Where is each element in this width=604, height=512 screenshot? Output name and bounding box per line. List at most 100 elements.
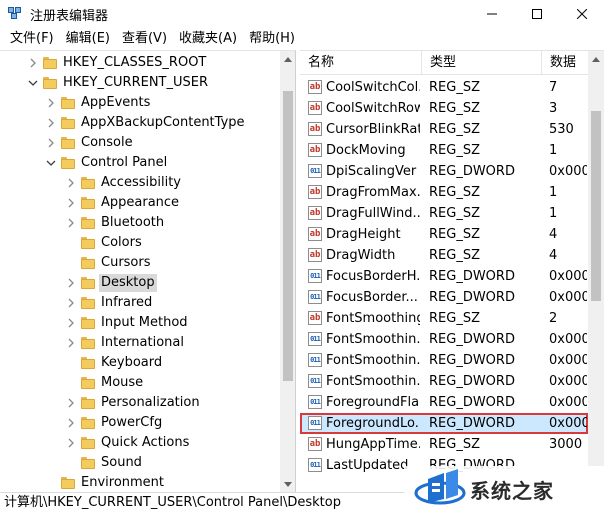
tree-item-label: Infrared — [101, 295, 153, 310]
value-name: DragFromMax... — [326, 185, 420, 200]
chevron-right-icon[interactable] — [66, 278, 76, 288]
list-header: 名称 类型 数据 — [300, 51, 588, 75]
tree-item[interactable]: Keyboard — [0, 353, 280, 373]
menu-edit[interactable]: 编辑(E) — [60, 28, 116, 50]
tree-item[interactable]: Input Method — [0, 313, 280, 333]
tree-item-label: Appearance — [101, 195, 180, 210]
close-button[interactable] — [559, 0, 604, 28]
scroll-up-icon[interactable] — [588, 51, 604, 67]
folder-icon — [80, 255, 96, 271]
table-row[interactable]: 011 FocusBorder... REG_DWORD 0x000 — [300, 287, 588, 308]
value-data: 0x000 — [549, 395, 587, 410]
tree-item[interactable]: Bluetooth — [0, 213, 280, 233]
dword-value-icon: 011 — [308, 458, 322, 472]
tree-item[interactable]: Personalization — [0, 393, 280, 413]
tree-item[interactable]: Mouse — [0, 373, 280, 393]
table-row[interactable]: ab CoolSwitchRows REG_SZ 3 — [300, 98, 588, 119]
tree-item[interactable]: Quick Actions — [0, 433, 280, 453]
tree-item-label: AppXBackupContentType — [81, 115, 245, 130]
table-row[interactable]: 011 DpiScalingVer REG_DWORD 0x000 — [300, 161, 588, 182]
string-value-icon: ab — [308, 437, 322, 451]
tree-item[interactable]: Accessibility — [0, 173, 280, 193]
tree-scroll-thumb[interactable] — [283, 91, 293, 381]
table-row[interactable]: ab DragWidth REG_SZ 4 — [300, 245, 588, 266]
tree-item[interactable]: Cursors — [0, 253, 280, 273]
tree-item[interactable]: PowerCfg — [0, 413, 280, 433]
menu-help[interactable]: 帮助(H) — [243, 28, 301, 50]
maximize-button[interactable] — [514, 0, 559, 28]
chevron-right-icon[interactable] — [46, 98, 56, 108]
table-row[interactable]: 011 ForegroundFla... REG_DWORD 0x000 — [300, 392, 588, 413]
list-scrollbar[interactable] — [588, 51, 604, 492]
chevron-right-icon[interactable] — [66, 418, 76, 428]
scroll-up-icon[interactable] — [280, 51, 295, 67]
list-scroll-thumb[interactable] — [591, 111, 601, 301]
chevron-right-icon[interactable] — [66, 218, 76, 228]
chevron-right-icon[interactable] — [66, 298, 76, 308]
table-row[interactable]: 011 FocusBorderH... REG_DWORD 0x000 — [300, 266, 588, 287]
table-row[interactable]: 011 FontSmoothin... REG_DWORD 0x000 — [300, 350, 588, 371]
dword-value-icon: 011 — [308, 269, 322, 283]
column-header-type[interactable]: 类型 — [422, 51, 542, 75]
chevron-right-icon[interactable] — [66, 318, 76, 328]
folder-icon — [42, 75, 58, 91]
tree-item[interactable]: Environment — [0, 473, 280, 492]
value-type: REG_DWORD — [429, 353, 515, 368]
column-header-name[interactable]: 名称 — [300, 51, 422, 75]
value-data: 3 — [549, 101, 558, 116]
minimize-button[interactable] — [469, 0, 514, 28]
tree-item[interactable]: AppEvents — [0, 93, 280, 113]
table-row[interactable]: 011 FontSmoothin... REG_DWORD 0x000 — [300, 371, 588, 392]
tree-scrollbar[interactable] — [280, 51, 295, 492]
table-row[interactable]: ab HungAppTime... REG_SZ 3000 — [300, 434, 588, 455]
tree-item[interactable]: Infrared — [0, 293, 280, 313]
value-name: FontSmoothing — [326, 311, 420, 326]
title-bar[interactable]: 注册表编辑器 — [0, 0, 604, 28]
table-row[interactable]: ab DockMoving REG_SZ 1 — [300, 140, 588, 161]
registry-values-list[interactable]: 名称 类型 数据 ab CoolSwitchCol... REG_SZ 7 ab Cool… — [300, 50, 604, 492]
folder-icon — [80, 435, 96, 451]
chevron-right-icon[interactable] — [66, 178, 76, 188]
scroll-down-icon[interactable] — [280, 477, 295, 492]
chevron-down-icon[interactable] — [28, 78, 38, 88]
chevron-right-icon[interactable] — [46, 118, 56, 128]
tree-item[interactable]: HKEY_CLASSES_ROOT — [0, 53, 280, 73]
tree-item[interactable]: Appearance — [0, 193, 280, 213]
tree-item[interactable]: Sound — [0, 453, 280, 473]
table-row[interactable]: ab FontSmoothing REG_SZ 2 — [300, 308, 588, 329]
value-name: HungAppTime... — [326, 437, 420, 452]
chevron-right-icon[interactable] — [66, 398, 76, 408]
menu-file[interactable]: 文件(F) — [4, 28, 60, 50]
chevron-right-icon[interactable] — [28, 58, 38, 68]
tree-item[interactable]: Colors — [0, 233, 280, 253]
chevron-right-icon[interactable] — [66, 198, 76, 208]
tree-item-label: Cursors — [101, 255, 151, 270]
value-name: ForegroundLo... — [326, 416, 420, 431]
table-row[interactable]: 011 ForegroundLo... REG_DWORD 0x000 — [300, 413, 588, 434]
table-row[interactable]: ab CursorBlinkRate REG_SZ 530 — [300, 119, 588, 140]
table-row[interactable]: 011 FontSmoothin... REG_DWORD 0x000 — [300, 329, 588, 350]
chevron-right-icon[interactable] — [46, 138, 56, 148]
value-name: DockMoving — [326, 143, 406, 158]
folder-icon — [80, 355, 96, 371]
tree-item[interactable]: Console — [0, 133, 280, 153]
table-row[interactable]: ab DragHeight REG_SZ 4 — [300, 224, 588, 245]
tree-item[interactable]: Desktop — [0, 273, 280, 293]
tree-item[interactable]: HKEY_CURRENT_USER — [0, 73, 280, 93]
tree-item[interactable]: AppXBackupContentType — [0, 113, 280, 133]
value-name: CursorBlinkRate — [326, 122, 420, 137]
tree-item[interactable]: Control Panel — [0, 153, 280, 173]
chevron-down-icon[interactable] — [46, 158, 56, 168]
value-type: REG_SZ — [429, 311, 480, 326]
table-row[interactable]: ab DragFromMax... REG_SZ 1 — [300, 182, 588, 203]
folder-icon — [42, 55, 58, 71]
registry-key-tree[interactable]: HKEY_CLASSES_ROOT HKEY_CURRENT_USER AppEve… — [0, 50, 296, 492]
chevron-right-icon[interactable] — [66, 438, 76, 448]
menu-view[interactable]: 查看(V) — [116, 28, 173, 50]
folder-icon — [80, 315, 96, 331]
table-row[interactable]: ab DragFullWind... REG_SZ 1 — [300, 203, 588, 224]
chevron-right-icon[interactable] — [66, 338, 76, 348]
table-row[interactable]: ab CoolSwitchCol... REG_SZ 7 — [300, 77, 588, 98]
menu-favorites[interactable]: 收藏夹(A) — [173, 28, 243, 50]
tree-item[interactable]: International — [0, 333, 280, 353]
